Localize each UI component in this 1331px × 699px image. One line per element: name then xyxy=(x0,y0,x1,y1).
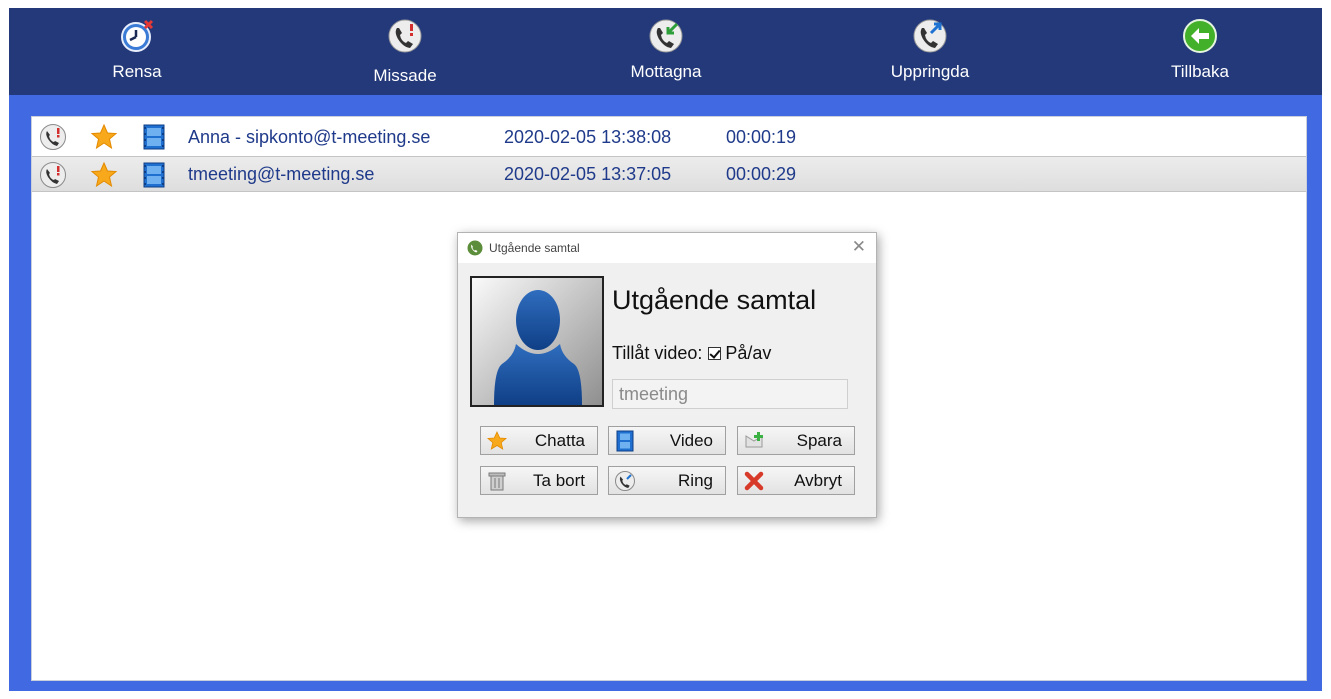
missed-call-icon xyxy=(388,19,422,53)
person-silhouette-icon xyxy=(494,290,582,405)
received-label: Mottagna xyxy=(630,62,702,81)
chat-button[interactable]: Chatta xyxy=(480,426,598,455)
call-date: 2020-02-05 13:37:05 xyxy=(504,163,672,184)
clock-clear-icon xyxy=(121,19,154,52)
video-icon[interactable] xyxy=(140,123,168,151)
video-button-label: Video xyxy=(669,431,713,450)
video-icon[interactable] xyxy=(140,161,168,189)
app-window: Rensa Missade Mottagna Uppringda Tillbak… xyxy=(0,0,1331,699)
save-contact-icon xyxy=(745,432,763,448)
clear-button[interactable]: Rensa xyxy=(67,8,207,95)
save-label: Spara xyxy=(796,431,842,450)
chat-label: Chatta xyxy=(534,431,585,450)
phone-icon xyxy=(615,471,635,491)
dialog-window-title: Utgående samtal xyxy=(489,241,580,255)
star-icon xyxy=(487,431,507,450)
video-icon xyxy=(616,430,634,452)
outgoing-call-dialog: Utgående samtal ✕ Utgående samtal Tillåt… xyxy=(457,232,877,518)
back-label: Tillbaka xyxy=(1171,62,1229,81)
call-name: Anna - sipkonto@t-meeting.se xyxy=(188,126,431,147)
received-button[interactable]: Mottagna xyxy=(596,8,736,95)
call-label: Ring xyxy=(678,471,713,490)
star-icon[interactable] xyxy=(90,123,118,151)
call-duration: 00:00:29 xyxy=(726,163,797,184)
back-arrow-icon xyxy=(1183,19,1217,53)
video-button[interactable]: Video xyxy=(608,426,726,455)
dialed-call-icon xyxy=(913,19,947,53)
missed-button[interactable]: Missade xyxy=(335,8,475,95)
video-label: Tillåt video: xyxy=(612,343,703,363)
delete-label: Ta bort xyxy=(533,471,585,490)
dialed-button[interactable]: Uppringda xyxy=(860,8,1000,95)
close-icon[interactable]: ✕ xyxy=(852,237,866,257)
cancel-button[interactable]: Avbryt xyxy=(737,466,855,495)
video-toggle-row: Tillåt video: På/av xyxy=(612,343,771,364)
missed-call-icon xyxy=(40,124,66,150)
video-toggle-label[interactable]: På/av xyxy=(725,343,771,364)
call-row[interactable]: Anna - sipkonto@t-meeting.se 2020-02-05 … xyxy=(32,119,1306,155)
dialog-titlebar[interactable]: Utgående samtal ✕ xyxy=(458,233,876,263)
call-date: 2020-02-05 13:38:08 xyxy=(504,126,672,147)
call-name: tmeeting@t-meeting.se xyxy=(188,163,375,184)
toolbar: Rensa Missade Mottagna Uppringda Tillbak… xyxy=(9,8,1322,95)
cancel-label: Avbryt xyxy=(794,471,842,490)
call-duration: 00:00:19 xyxy=(726,126,797,147)
contact-input[interactable] xyxy=(612,379,848,409)
received-call-icon xyxy=(649,19,683,53)
delete-button[interactable]: Ta bort xyxy=(480,466,598,495)
dialog-heading: Utgående samtal xyxy=(612,285,817,315)
missed-label: Missade xyxy=(373,66,437,85)
app-phone-icon xyxy=(467,240,483,256)
cancel-x-icon xyxy=(744,471,764,491)
avatar xyxy=(470,276,604,407)
star-icon[interactable] xyxy=(90,161,118,189)
back-button[interactable]: Tillbaka xyxy=(1130,8,1270,95)
video-checkbox[interactable] xyxy=(708,347,722,360)
missed-call-icon xyxy=(40,162,66,188)
save-button[interactable]: Spara xyxy=(737,426,855,455)
clear-label: Rensa xyxy=(112,62,162,81)
trash-icon xyxy=(488,472,506,491)
call-button[interactable]: Ring xyxy=(608,466,726,495)
dialed-label: Uppringda xyxy=(890,62,970,81)
call-row-selected[interactable]: tmeeting@t-meeting.se 2020-02-05 13:37:0… xyxy=(32,156,1306,192)
